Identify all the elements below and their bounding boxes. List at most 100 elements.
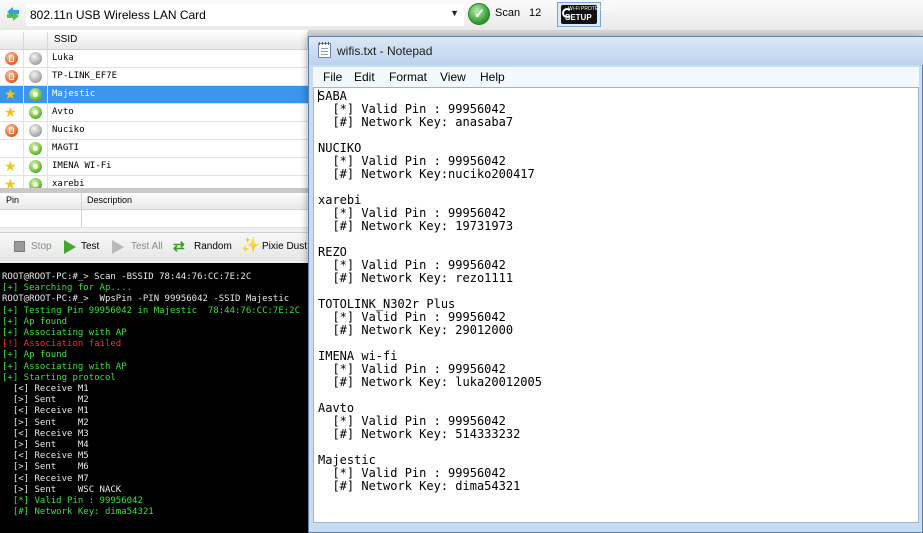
shuffle-icon: ⇄ [173, 238, 185, 254]
notepad-line-text: TOTOLINK_N302r Plus [318, 297, 456, 311]
wps-setup-button[interactable]: Wi-Fi PROTECTED SETUP [557, 2, 612, 27]
menu-help[interactable]: Help [480, 70, 505, 84]
network-ssid: Majestic [52, 89, 96, 99]
console-line: [#] Network Key: dima54321 [2, 507, 154, 518]
action-bar: Stop Test Test All ⇄ Random ✨ Pixie Dust [0, 232, 308, 261]
network-ssid: Nuciko [52, 125, 85, 135]
console-line: [>] Sent M2 [2, 417, 89, 428]
notepad-line-text: [*] Valid Pin : 99956042 [318, 206, 506, 220]
scan-count-field[interactable]: 12 [524, 3, 552, 23]
menu-view[interactable]: View [440, 70, 466, 84]
network-table-header: SSID [0, 32, 308, 50]
network-row[interactable]: Luka [0, 50, 308, 68]
wps-logo-icon: Wi-Fi PROTECTED SETUP [561, 5, 612, 24]
notepad-line-text: [*] Valid Pin : 99956042 [318, 466, 506, 480]
network-signal-cell [24, 122, 48, 139]
description-column-header[interactable]: Description [87, 195, 132, 205]
notepad-title: wifis.txt - Notepad [337, 44, 433, 58]
console-line: ROOT@ROOT-PC:#_> Scan -BSSID 78:44:76:CC… [2, 272, 252, 282]
network-row[interactable]: ★ IMENA WI-Fi [0, 158, 308, 176]
notepad-line-text: [*] Valid Pin : 99956042 [318, 102, 506, 116]
notepad-line-text: [#] Network Key: anasaba7 [318, 115, 514, 129]
notepad-line: [#] Network Key: anasaba7 [318, 116, 542, 129]
pin-table: Pin Description [0, 193, 308, 228]
toolbar: 802.11n USB Wireless LAN Card ▼ Scan 12 … [0, 0, 923, 31]
console-line: ROOT@ROOT-PC:#_> WpsPin -PIN 99956042 -S… [2, 294, 290, 305]
signal-column-header[interactable] [24, 32, 48, 49]
network-ssid: Luka [52, 53, 74, 63]
refresh-arrows-icon[interactable] [4, 5, 22, 23]
network-row[interactable]: ★ Majestic [0, 86, 308, 104]
network-row[interactable]: ★ xarebi [0, 176, 308, 188]
pin-column-header[interactable]: Pin [6, 195, 19, 205]
notepad-line-text: [#] Network Key: dima54321 [318, 479, 521, 493]
notepad-text-area[interactable]: SABA [*] Valid Pin : 99956042 [#] Networ… [313, 87, 919, 523]
network-row[interactable]: MAGTI [0, 140, 308, 158]
menu-edit[interactable]: Edit [354, 70, 375, 84]
stop-button[interactable]: Stop [14, 239, 54, 255]
console-line: [<] Receive M3 [2, 428, 89, 439]
notepad-titlebar[interactable]: wifis.txt - Notepad [309, 37, 923, 65]
console-line: [+] Associating with AP [2, 328, 127, 339]
notepad-line-text: Majestic [318, 453, 376, 467]
wps-enabled-icon [29, 160, 42, 173]
wps-enabled-icon [29, 142, 42, 155]
console-output[interactable]: ROOT@ROOT-PC:#_> Scan -BSSID 78:44:76:CC… [0, 263, 308, 533]
random-button[interactable]: ⇄ Random [173, 239, 233, 255]
menu-file[interactable]: File [323, 70, 342, 84]
scan-button[interactable]: Scan [468, 3, 520, 25]
notepad-line-text: IMENA wi-fi [318, 349, 398, 363]
console-line: [+] Ap found [2, 316, 68, 327]
network-ssid: MAGTI [52, 143, 80, 153]
pixie-dust-button[interactable]: ✨ Pixie Dust [241, 237, 308, 255]
console-line: [+] Starting protocol [2, 372, 116, 383]
network-status-cell [0, 68, 24, 85]
network-status-cell [0, 122, 24, 139]
network-ssid: TP-LINK_EF7E [52, 71, 118, 81]
network-ssid: IMENA WI-Fi [52, 161, 112, 171]
menu-format[interactable]: Format [389, 70, 427, 84]
play-icon [64, 240, 76, 254]
notepad-line: [#] Network Key: rezo1111 [318, 272, 542, 285]
star-icon: ★ [4, 104, 17, 120]
notepad-line-text: [*] Valid Pin : 99956042 [318, 414, 506, 428]
network-signal-cell [24, 140, 48, 157]
wps-logo-text: SETUP [565, 13, 592, 22]
notepad-line [318, 233, 542, 246]
notepad-window: wifis.txt - Notepad File Edit Format Vie… [308, 36, 923, 533]
notepad-line-text: [#] Network Key:nuciko200417 [318, 167, 535, 181]
notepad-icon [318, 42, 331, 58]
notepad-line-text: Aavto [318, 401, 355, 415]
status-column-header[interactable] [0, 32, 24, 49]
notepad-line: [#] Network Key: luka20012005 [318, 376, 542, 389]
pixie-dust-button-label: Pixie Dust [262, 241, 308, 252]
console-line: [+] Testing Pin 99956042 in Majestic 78:… [2, 305, 301, 316]
notepad-line-text: [*] Valid Pin : 99956042 [318, 362, 506, 376]
notepad-line: [#] Network Key:nuciko200417 [318, 168, 542, 181]
network-row[interactable]: TP-LINK_EF7E [0, 68, 308, 86]
console-line: [<] Receive M1 [2, 384, 89, 395]
sparkle-wand-icon: ✨ [241, 237, 260, 254]
play-all-icon [112, 240, 124, 254]
wps-disabled-icon [29, 124, 42, 137]
network-ssid: xarebi [52, 179, 85, 188]
network-status-cell: ★ [0, 104, 24, 121]
test-all-button[interactable]: Test All [112, 239, 166, 255]
notepad-line-text: [#] Network Key: luka20012005 [318, 375, 542, 389]
adapter-dropdown[interactable]: 802.11n USB Wireless LAN Card ▼ [26, 4, 464, 26]
console-line: [*] Valid Pin : 99956042 [2, 496, 143, 507]
notepad-line-text: [#] Network Key: 19731973 [318, 219, 514, 233]
test-button[interactable]: Test [64, 239, 104, 255]
ssid-column-header[interactable]: SSID [48, 32, 308, 49]
network-row[interactable]: ★ Avto [0, 104, 308, 122]
console-line: [<] Receive M5 [2, 451, 89, 462]
network-signal-cell [24, 104, 48, 121]
network-status-cell [0, 140, 24, 157]
scan-count-value: 12 [529, 7, 542, 19]
pin-table-row[interactable] [0, 209, 308, 228]
star-icon: ★ [4, 176, 17, 188]
network-row[interactable]: Nuciko [0, 122, 308, 140]
network-table: SSID Luka TP-LINK_EF7E ★ Majestic ★ Avto Nucik… [0, 30, 308, 188]
notepad-line-text: [#] Network Key: rezo1111 [318, 271, 514, 285]
locked-icon [5, 52, 18, 65]
